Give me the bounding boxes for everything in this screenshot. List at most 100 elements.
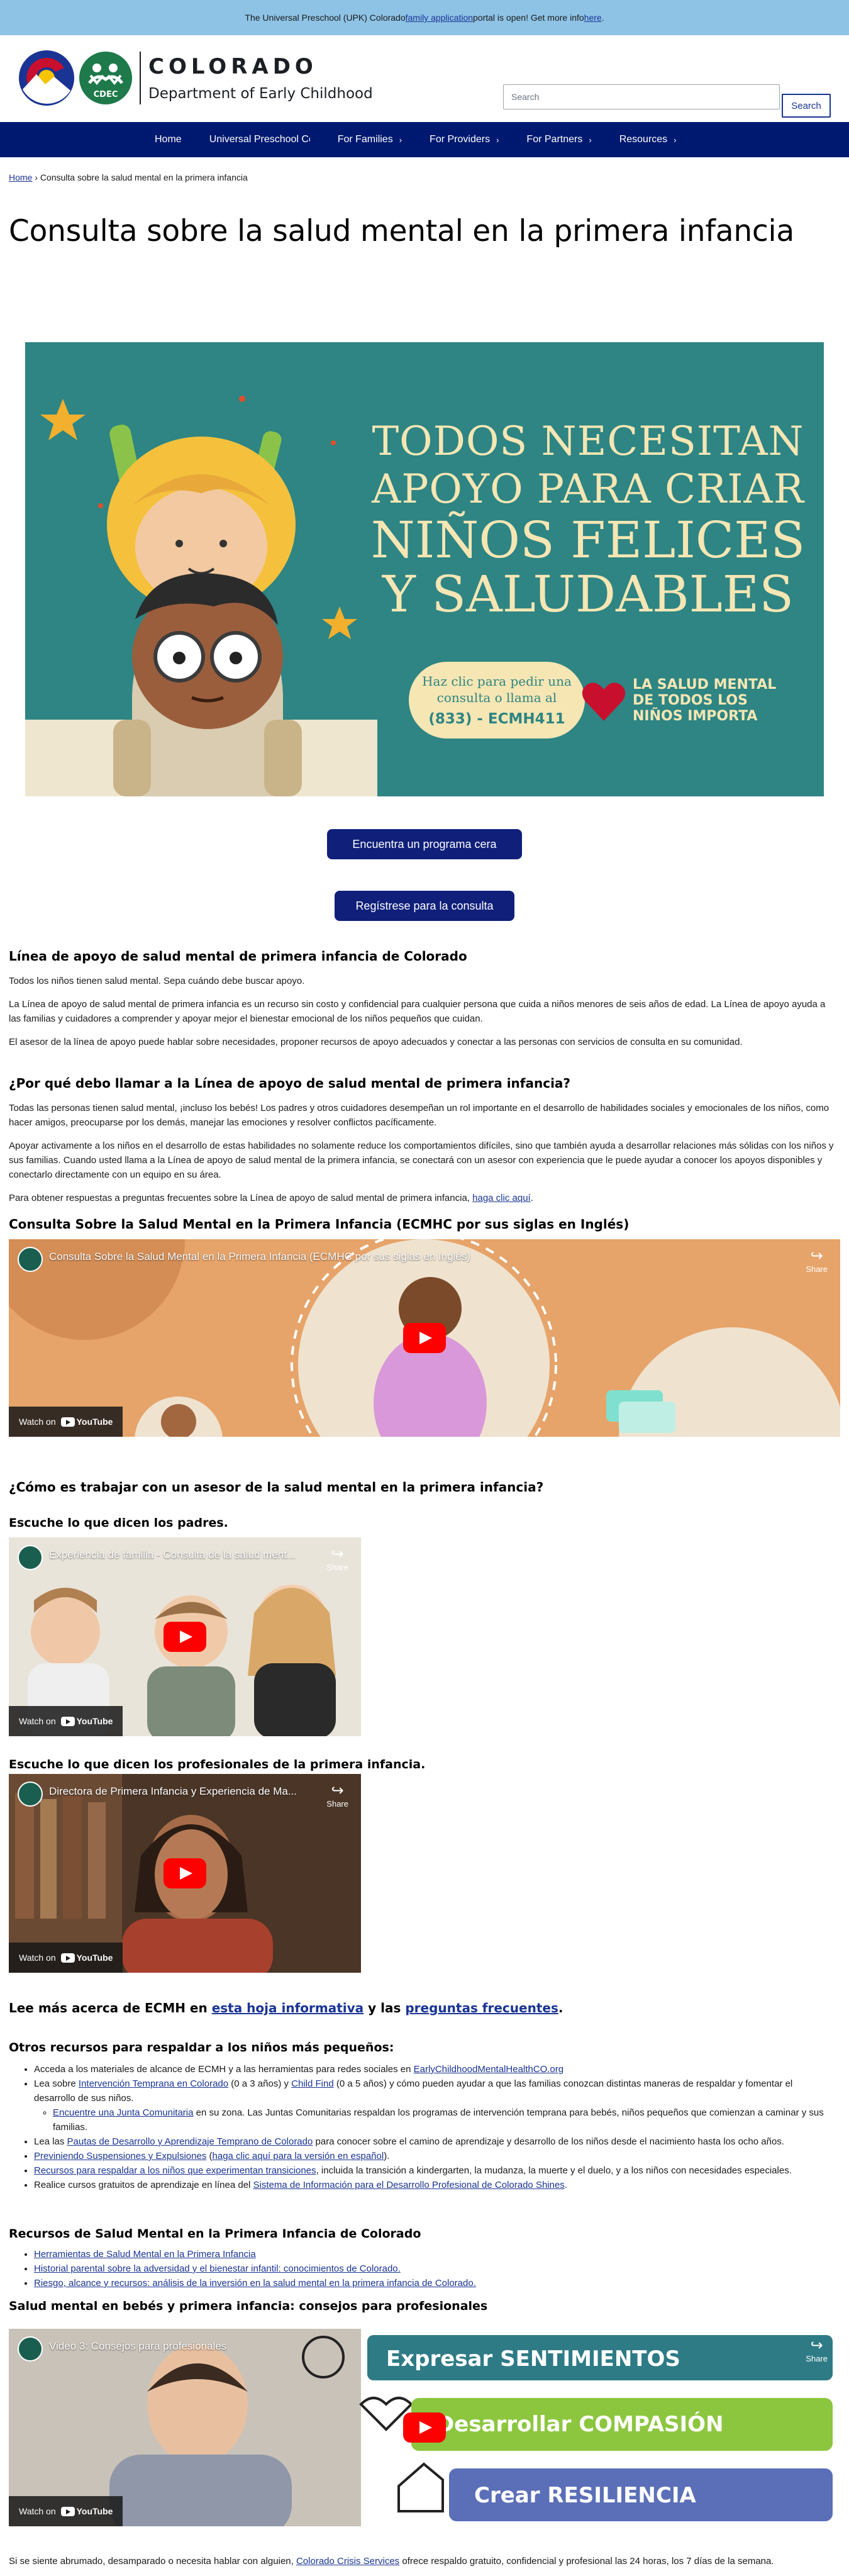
find-program-button[interactable]: Encuentra un programa cera: [327, 829, 522, 859]
crisis-text: Si se siente abrumado, desamparado o nec…: [9, 2556, 296, 2567]
nav-item-label: For Partners: [526, 134, 583, 145]
video-embed-tips[interactable]: Expresar SENTIMIENTOS Desarrollar COMPAS…: [9, 2329, 840, 2526]
nav-item-resources[interactable]: Resources ›: [619, 134, 677, 145]
nav-item-providers[interactable]: For Providers ›: [430, 134, 499, 145]
list-item-text: Acceda a los materiales de alcance de EC…: [34, 2064, 414, 2075]
search-input[interactable]: Search: [503, 84, 780, 109]
watch-on-youtube-button[interactable]: Watch on YouTube: [9, 2496, 123, 2526]
resource-link[interactable]: Pautas de Desarrollo y Aprendizaje Tempr…: [67, 2136, 313, 2147]
channel-avatar-icon[interactable]: [18, 1781, 43, 1807]
share-icon: ↪: [331, 1546, 344, 1563]
video-title[interactable]: Directora de Primera Infancia y Experien…: [49, 1785, 313, 1798]
list-item-text: Lea las: [34, 2136, 67, 2147]
faq-link[interactable]: preguntas frecuentes: [405, 2000, 558, 2016]
resource-link[interactable]: Sistema de Información para el Desarroll…: [253, 2180, 565, 2190]
announcement-text: The Universal Preschool (UPK) Colorado: [245, 13, 406, 23]
watch-on-youtube-button[interactable]: Watch on YouTube: [9, 1706, 123, 1736]
banner-tagline-line: LA SALUD MENTAL: [633, 677, 777, 693]
resource-link[interactable]: Intervención Temprana en Colorado: [79, 2078, 228, 2089]
crisis-services-link[interactable]: Colorado Crisis Services: [296, 2556, 399, 2567]
tips-heading: Salud mental en bebés y primera infancia…: [9, 2299, 488, 2313]
learn-more-text: .: [558, 2000, 563, 2016]
video-title[interactable]: Consulta Sobre la Salud Mental en la Pri…: [49, 1251, 791, 1263]
watch-on-youtube-button[interactable]: Watch on YouTube: [9, 1407, 123, 1437]
nav-item-home[interactable]: Home: [155, 134, 182, 145]
nav-item-upk[interactable]: Universal Preschool Colorado: [209, 134, 310, 145]
channel-avatar-icon[interactable]: [18, 1247, 43, 1272]
channel-avatar-icon[interactable]: [18, 2336, 43, 2361]
share-button[interactable]: ↪ Share: [806, 1248, 828, 1274]
share-label: Share: [806, 1264, 828, 1274]
main-nav: Home Universal Preschool Colorado For Fa…: [0, 122, 849, 157]
play-button-icon[interactable]: [403, 2412, 446, 2443]
resource-link[interactable]: Herramientas de Salud Mental en la Prime…: [34, 2249, 256, 2260]
video-section-heading: Consulta Sobre la Salud Mental en la Pri…: [9, 1217, 630, 1232]
resource-link[interactable]: Child Find: [291, 2078, 334, 2089]
resource-link[interactable]: haga clic aquí para la versión en españo…: [213, 2151, 384, 2161]
breadcrumb: Home › Consulta sobre la salud mental en…: [9, 172, 248, 182]
nav-item-label: Resources: [619, 134, 668, 145]
video-embed-professional[interactable]: Directora de Primera Infancia y Experien…: [9, 1774, 361, 1973]
video-title[interactable]: Experiencia de familia - Consulta de la …: [49, 1549, 313, 1561]
youtube-logo-icon: YouTube: [60, 1716, 113, 1726]
resource-link[interactable]: Previniendo Suspensiones y Expulsiones: [34, 2151, 206, 2161]
list-item: Herramientas de Salud Mental en la Prime…: [34, 2247, 836, 2261]
play-button-icon[interactable]: [164, 1858, 206, 1888]
list-item-text: ).: [384, 2151, 390, 2161]
watch-on-youtube-button[interactable]: Watch on YouTube: [9, 1943, 123, 1973]
announcement-text-middle: portal is open! Get more info: [473, 13, 584, 23]
play-button-icon[interactable]: [403, 1323, 446, 1353]
fact-sheet-link[interactable]: esta hoja informativa: [212, 2000, 363, 2016]
banner-headline-line: NIÑOS FELICES: [370, 511, 806, 569]
announcement-here-link[interactable]: here: [584, 13, 602, 23]
site-logo[interactable]: CDEC COLORADO Department of Early Childh…: [18, 49, 373, 107]
nav-item-label: Universal Preschool Colorado: [209, 134, 310, 145]
share-button[interactable]: ↪ Share: [326, 1783, 348, 1809]
youtube-label: YouTube: [76, 1716, 113, 1726]
list-item-text: Lea sobre: [34, 2078, 79, 2089]
hero-banner-image[interactable]: TODOS NECESITAN APOYO PARA CRIAR NIÑOS F…: [25, 342, 824, 796]
site-header: CDEC COLORADO Department of Early Childh…: [0, 35, 849, 122]
resource-link[interactable]: Recursos para respaldar a los niños que …: [34, 2165, 316, 2176]
youtube-logo-icon: YouTube: [60, 2506, 113, 2516]
nav-item-families[interactable]: For Families ›: [338, 134, 402, 145]
video-embed-family[interactable]: Experiencia de familia - Consulta de la …: [9, 1537, 361, 1736]
support-line-section: Línea de apoyo de salud mental de primer…: [9, 949, 836, 1049]
list-item-text: Realice cursos gratuitos de aprendizaje …: [34, 2180, 253, 2190]
other-resources-section: Otros recursos para respaldar a los niño…: [9, 2041, 836, 2192]
search-button[interactable]: Search: [782, 94, 831, 118]
professionals-heading: Escuche lo que dicen los profesionales d…: [9, 1758, 426, 1771]
crisis-section: Si se siente abrumado, desamparado o nec…: [9, 2554, 836, 2568]
resource-link[interactable]: Historial parental sobre la adversidad y…: [34, 2263, 401, 2274]
youtube-label: YouTube: [76, 2506, 113, 2516]
faq-click-here-link[interactable]: haga clic aquí: [472, 1193, 531, 1203]
watch-on-label: Watch on: [19, 2506, 56, 2516]
breadcrumb-home-link[interactable]: Home: [9, 172, 32, 182]
crisis-text: ofrece respaldo gratuito, confidencial y…: [399, 2556, 774, 2567]
cdec-logo-text: CDEC: [94, 90, 118, 99]
cdec-icon: CDEC: [79, 52, 132, 104]
play-button-icon[interactable]: [164, 1622, 206, 1652]
working-with-consultant-heading: ¿Cómo es trabajar con un asesor de la sa…: [9, 1480, 544, 1495]
list-item: Acceda a los materiales de alcance de EC…: [34, 2062, 836, 2077]
share-button[interactable]: ↪ Share: [326, 1546, 348, 1573]
resource-link[interactable]: Encuentre una Junta Comunitaria: [53, 2107, 193, 2118]
other-resources-heading: Otros recursos para respaldar a los niño…: [9, 2041, 394, 2055]
resource-link[interactable]: EarlyChildhoodMentalHealthCO.org: [414, 2064, 563, 2075]
banner-phone-number: (833) - ECMH411: [428, 711, 565, 727]
mh-resources-section: Recursos de Salud Mental en la Primera I…: [9, 2227, 836, 2313]
family-application-link[interactable]: family application: [406, 13, 473, 23]
nav-item-partners[interactable]: For Partners ›: [526, 134, 591, 145]
share-button[interactable]: ↪ Share: [806, 2338, 828, 2364]
working-with-consultant-section: ¿Cómo es trabajar con un asesor de la sa…: [9, 1480, 836, 1530]
paragraph: Todas las personas tienen salud mental, …: [9, 1103, 830, 1128]
nav-item-label: For Families: [337, 134, 393, 145]
banner-call-pill[interactable]: Haz clic para pedir una consulta o llama…: [409, 662, 585, 739]
channel-avatar-icon[interactable]: [18, 1545, 43, 1570]
resource-link[interactable]: Riesgo, alcance y recursos: análisis de …: [34, 2278, 476, 2289]
register-consultation-button[interactable]: Regístrese para la consulta: [335, 891, 514, 921]
banner-pill-line: Haz clic para pedir una: [422, 674, 572, 689]
video-embed-ecmhc[interactable]: Consulta Sobre la Salud Mental en la Pri…: [9, 1239, 840, 1437]
video-title[interactable]: Video 3: Consejos para profesionales: [49, 2340, 301, 2353]
breadcrumb-separator: ›: [35, 172, 38, 182]
